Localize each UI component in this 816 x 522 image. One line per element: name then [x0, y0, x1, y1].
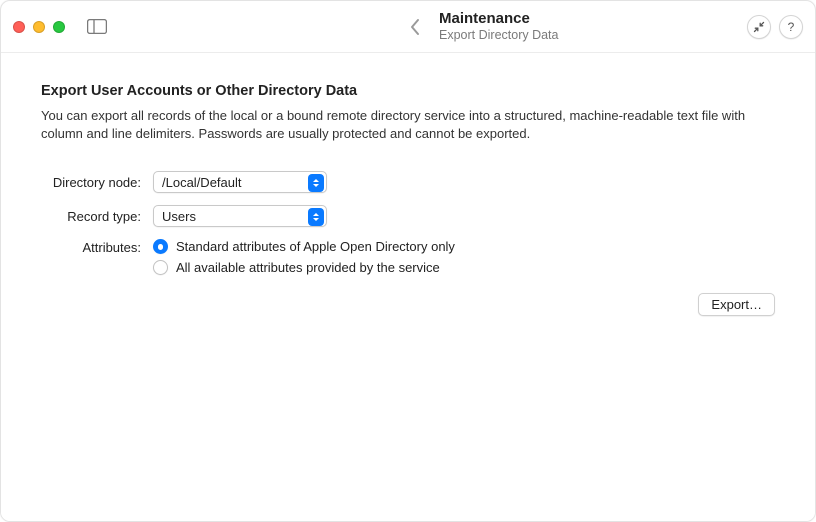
updown-arrows-icon	[308, 174, 324, 192]
export-button[interactable]: Export…	[698, 293, 775, 316]
attributes-option-standard[interactable]: Standard attributes of Apple Open Direct…	[153, 239, 775, 254]
titlebar-right: ?	[747, 15, 803, 39]
titlebar-center: Maintenance Export Directory Data	[119, 10, 747, 43]
window-controls	[13, 21, 65, 33]
help-icon: ?	[788, 20, 795, 34]
attributes-label: Attributes:	[41, 239, 141, 255]
radio-button-icon	[153, 260, 168, 275]
minimize-window-button[interactable]	[33, 21, 45, 33]
radio-label: All available attributes provided by the…	[176, 260, 440, 275]
updown-arrows-icon	[308, 208, 324, 226]
content-area: Export User Accounts or Other Directory …	[1, 53, 815, 521]
section-description: You can export all records of the local …	[41, 107, 771, 143]
directory-node-label: Directory node:	[41, 175, 141, 190]
sidebar-toggle-button[interactable]	[83, 15, 111, 39]
attributes-option-all[interactable]: All available attributes provided by the…	[153, 260, 775, 275]
export-form: Directory node: /Local/Default Record ty…	[41, 171, 775, 275]
zoom-window-button[interactable]	[53, 21, 65, 33]
attributes-radio-group: Standard attributes of Apple Open Direct…	[153, 239, 775, 275]
window-title: Maintenance	[439, 10, 558, 27]
collapse-button[interactable]	[747, 15, 771, 39]
record-type-value: Users	[162, 209, 196, 224]
radio-label: Standard attributes of Apple Open Direct…	[176, 239, 455, 254]
chevron-left-icon	[409, 18, 420, 36]
record-type-label: Record type:	[41, 209, 141, 224]
sidebar-icon	[87, 19, 107, 34]
back-button[interactable]	[399, 18, 429, 36]
window: Maintenance Export Directory Data ?	[0, 0, 816, 522]
window-subtitle: Export Directory Data	[439, 28, 558, 42]
help-button[interactable]: ?	[779, 15, 803, 39]
close-window-button[interactable]	[13, 21, 25, 33]
action-row: Export…	[41, 293, 775, 316]
radio-button-icon	[153, 239, 168, 254]
directory-node-value: /Local/Default	[162, 175, 242, 190]
titlebar: Maintenance Export Directory Data ?	[1, 1, 815, 53]
collapse-icon	[753, 21, 765, 33]
section-heading: Export User Accounts or Other Directory …	[41, 83, 775, 99]
title-group: Maintenance Export Directory Data	[439, 10, 558, 43]
record-type-popup[interactable]: Users	[153, 205, 327, 227]
directory-node-popup[interactable]: /Local/Default	[153, 171, 327, 193]
